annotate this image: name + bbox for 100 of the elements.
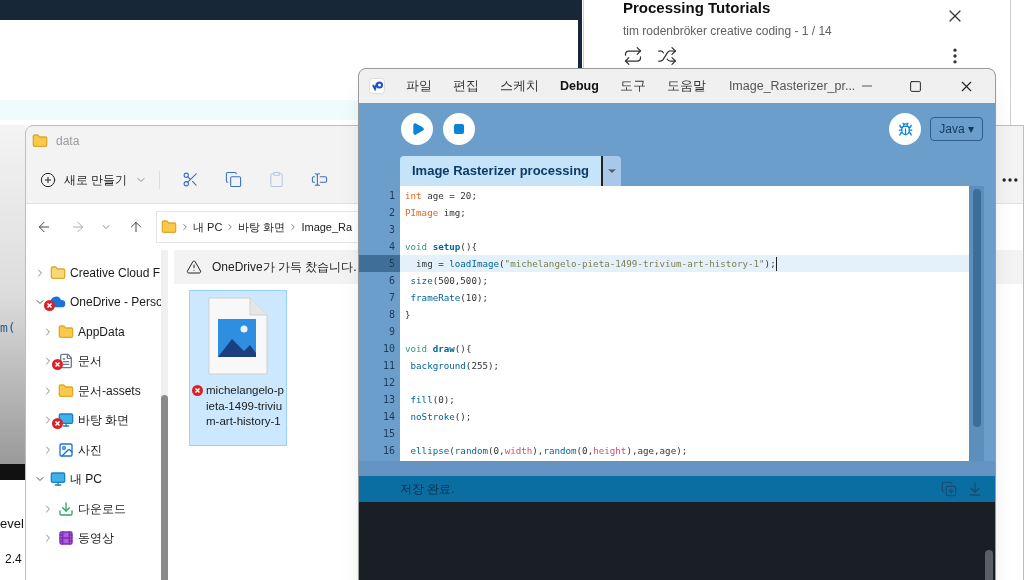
menu-item[interactable]: 스케치: [500, 76, 539, 96]
line-number: 4: [387, 240, 396, 254]
new-button[interactable]: 새로 만들기: [40, 170, 161, 189]
code-token: PImage: [405, 205, 439, 220]
line-number: 14: [381, 410, 396, 424]
tree-item[interactable]: 바탕 화면: [26, 405, 161, 435]
sketch-tab[interactable]: Image Rasterizer processing: [400, 156, 604, 186]
code-token: fill: [409, 392, 433, 407]
code-token: (10);: [460, 290, 488, 305]
code-token: void: [405, 239, 428, 254]
window-title: data: [56, 133, 80, 150]
picture-icon: [58, 441, 74, 458]
video-icon: [58, 530, 74, 547]
address-bar[interactable]: 내 PC 바탕 화면 Image_Ra: [156, 211, 358, 243]
maximize-icon[interactable]: [909, 79, 922, 93]
tree-item-label: 문서: [78, 353, 102, 371]
code-token: size: [409, 273, 433, 288]
tree-item-label: 바탕 화면: [78, 412, 130, 430]
stop-button[interactable]: [443, 113, 475, 145]
line-number: 8: [387, 308, 396, 322]
code-token: ellipse: [409, 443, 450, 458]
plus-icon: [40, 171, 56, 188]
cut-icon[interactable]: [182, 171, 200, 188]
code-token: (: [499, 256, 505, 271]
line-number: 10: [381, 342, 396, 356]
tab-menu-button[interactable]: [603, 156, 622, 186]
folder-icon: [58, 382, 74, 399]
line-number: 11: [381, 359, 396, 373]
computer-icon: [50, 471, 66, 488]
copy-icon[interactable]: [225, 171, 243, 188]
line-number: 5: [359, 255, 400, 272]
code-token: (255);: [465, 358, 500, 373]
debug-button[interactable]: [889, 113, 922, 145]
code-token: int: [405, 188, 422, 203]
line-number: 16: [381, 444, 396, 458]
tree-item[interactable]: 문서-assets: [26, 376, 161, 406]
bug-icon: [897, 121, 913, 137]
line-number: 6: [387, 274, 396, 288]
file-tile[interactable]: michelangelo-pieta-1499-trivium-art-history-1: [189, 290, 287, 446]
code-token: (0);: [432, 392, 455, 407]
code-token: (){: [460, 239, 477, 254]
tree-item-label: 사진: [78, 441, 102, 459]
code-token: img;: [442, 205, 466, 220]
folder-icon: [32, 133, 48, 149]
tree-item[interactable]: 동영상: [26, 523, 161, 553]
document-icon: [58, 353, 74, 370]
window-title: Image_Rasterizer_pr...: [728, 77, 856, 95]
menu-item[interactable]: 도움말: [666, 76, 706, 96]
code-token: setup: [431, 239, 461, 254]
code-token: ),age,age);: [626, 443, 688, 458]
run-button[interactable]: [401, 113, 433, 145]
file-name: michelangelo-pieta-1499-trivium-art-history-1: [206, 383, 284, 429]
code-token: (0,: [576, 443, 594, 458]
line-number: 1: [387, 189, 396, 203]
code-token: noStroke: [409, 409, 455, 424]
playlist-subtitle: tim rodenbröker creative coding - 1 / 14: [623, 23, 833, 40]
tree-item[interactable]: 문서: [26, 346, 161, 376]
line-number: 2: [387, 206, 396, 220]
chevron-right-icon: [180, 222, 190, 232]
tree-item-label: 내 PC: [70, 471, 102, 489]
breadcrumb-item[interactable]: 바탕 화면: [238, 218, 286, 236]
menu-item[interactable]: 편집: [453, 76, 479, 96]
code-token: img =: [415, 256, 445, 271]
code-token: }: [405, 307, 411, 322]
up-icon[interactable]: [128, 219, 144, 235]
mode-dropdown[interactable]: Java ▾: [930, 117, 983, 141]
breadcrumb-item[interactable]: Image_Ra: [301, 218, 353, 236]
status-message: 저장 완료.: [400, 481, 455, 498]
repeat-icon[interactable]: [623, 46, 643, 66]
code-token: random: [543, 443, 577, 458]
tree-item-label: 동영상: [78, 530, 114, 548]
rename-icon[interactable]: [311, 171, 329, 188]
code-fragment: m(: [0, 319, 17, 337]
back-icon[interactable]: [36, 219, 52, 235]
stop-icon: [453, 123, 465, 135]
download-icon: [58, 500, 74, 517]
line-number: 9: [387, 325, 396, 339]
menu-item[interactable]: 도구: [619, 76, 646, 96]
tree-item[interactable]: 다운로드: [26, 494, 161, 524]
line-number: 3: [387, 223, 396, 237]
folder-icon: [58, 323, 74, 340]
code-token: frameRate: [409, 290, 461, 305]
play-icon: [411, 122, 425, 136]
warning-icon: [186, 259, 202, 275]
menu-item[interactable]: Debug: [560, 76, 599, 96]
code-token: age = 20;: [426, 188, 477, 203]
code-token: loadImage: [449, 256, 500, 271]
tree-item-label: 다운로드: [78, 500, 126, 518]
code-token: height: [593, 443, 627, 458]
code-token: random: [454, 443, 488, 458]
tree-item[interactable]: AppData: [26, 317, 161, 347]
shuffle-icon[interactable]: [657, 46, 677, 66]
tree-item[interactable]: Creative Cloud F: [26, 258, 161, 288]
tree-item[interactable]: 사진: [26, 435, 161, 465]
tree-item-label: AppData: [78, 323, 125, 341]
menu-item[interactable]: 파일: [406, 76, 432, 96]
breadcrumb-item[interactable]: 내 PC: [193, 218, 223, 236]
folder-icon: [50, 264, 66, 281]
code-token: void: [405, 341, 428, 356]
tree-item[interactable]: 내 PC: [26, 464, 161, 494]
